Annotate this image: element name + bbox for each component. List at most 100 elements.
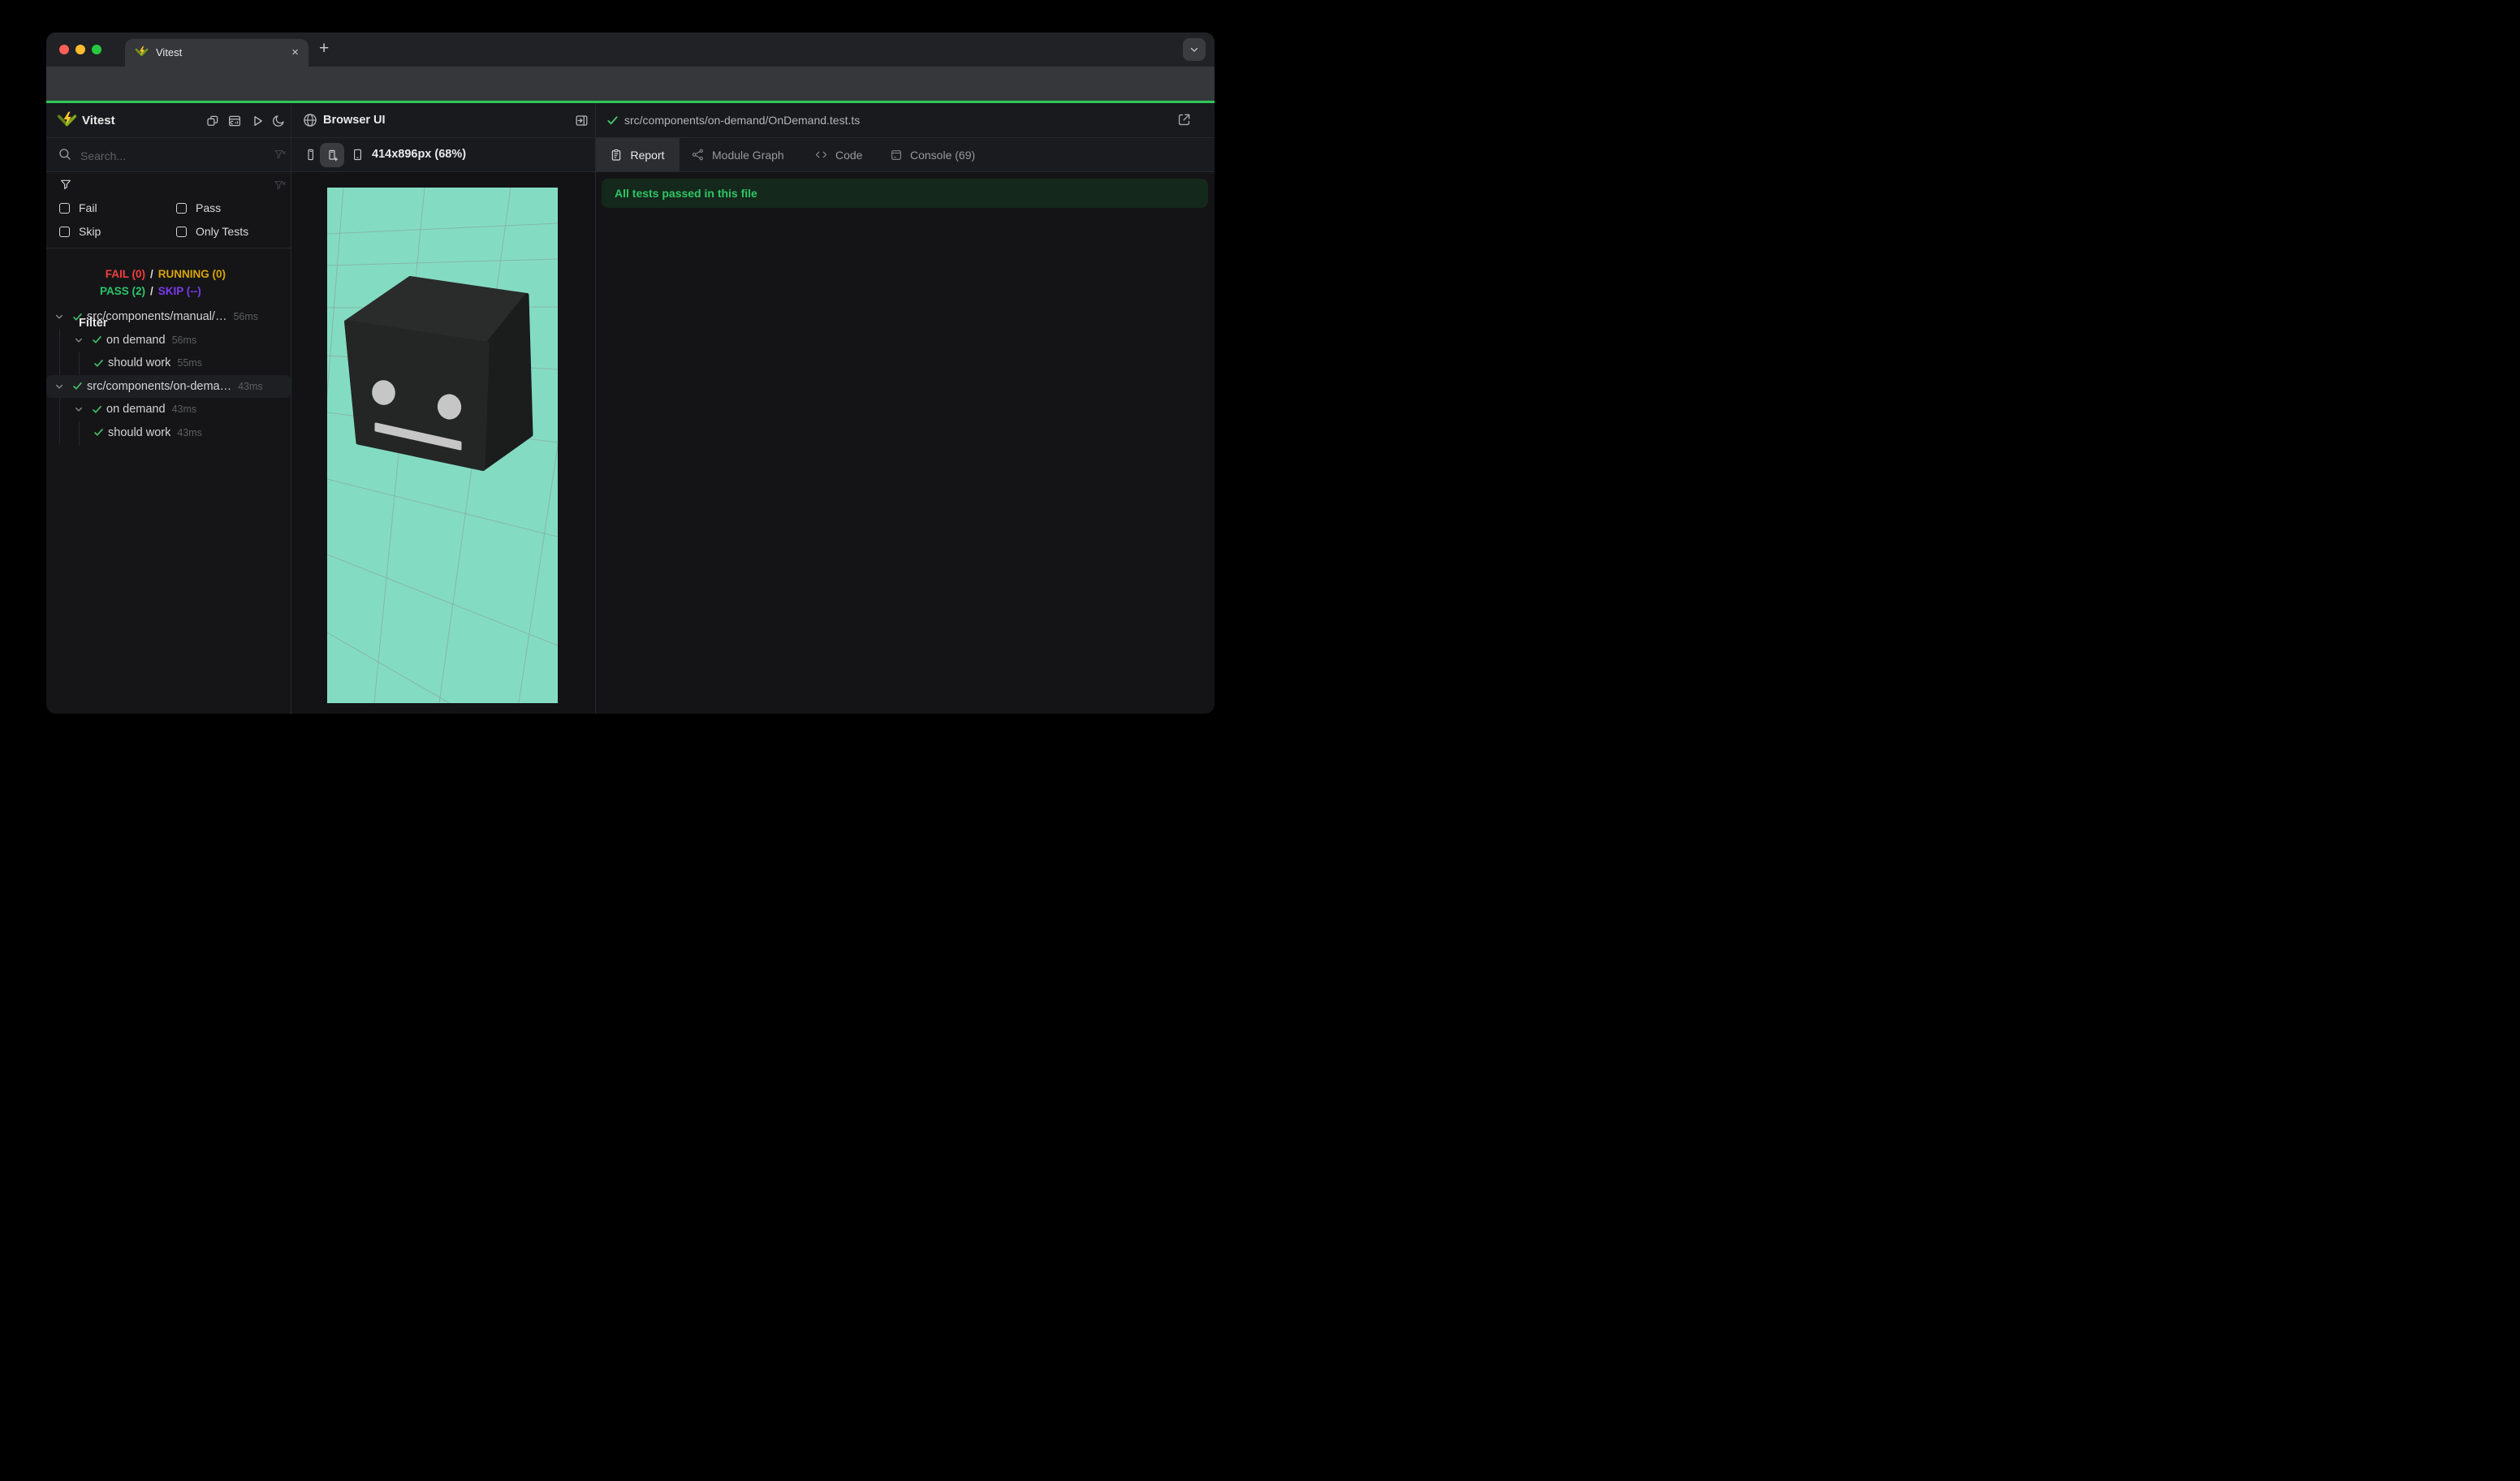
filter-funnel-icon bbox=[59, 178, 72, 191]
console-icon bbox=[890, 149, 903, 162]
filter-checkbox-only-tests[interactable]: Only Tests bbox=[176, 225, 248, 238]
filter-only-tests-label: Only Tests bbox=[196, 225, 249, 238]
tree-row-test[interactable]: should work 43ms bbox=[46, 421, 291, 445]
report-tab-bar: Report Module Graph Code Console (69) bbox=[595, 138, 1215, 171]
pass-check-icon bbox=[92, 335, 102, 345]
test-suite-name: on demand bbox=[106, 403, 166, 417]
test-case-name: should work bbox=[108, 425, 171, 439]
tab-close-icon[interactable]: × bbox=[291, 39, 299, 66]
all-tests-passed-banner: All tests passed in this file bbox=[602, 179, 1208, 208]
test-tree: src/components/manual/… 56ms on demand 5… bbox=[46, 305, 291, 445]
chevron-down-icon[interactable] bbox=[74, 404, 84, 414]
run-all-play-icon[interactable] bbox=[250, 114, 265, 128]
vitest-logo bbox=[57, 111, 77, 130]
open-panel-right-icon[interactable] bbox=[574, 113, 589, 128]
pass-check-icon bbox=[93, 358, 104, 369]
tree-row-suite[interactable]: on demand 43ms bbox=[46, 398, 291, 421]
filter-skip-label: Skip bbox=[79, 225, 101, 238]
fail-count: FAIL (0) bbox=[105, 268, 145, 280]
tested-app-viewport[interactable] bbox=[327, 188, 558, 703]
chevron-down-icon[interactable] bbox=[54, 312, 64, 322]
checkbox-icon[interactable] bbox=[176, 202, 187, 214]
dark-mode-moon-icon[interactable] bbox=[271, 114, 286, 128]
new-tab-button[interactable]: + bbox=[319, 32, 329, 65]
running-count: RUNNING (0) bbox=[158, 268, 227, 280]
browser-window: Vitest × + localhost:5173/#/?file=182862… bbox=[46, 32, 1215, 714]
pass-check-icon bbox=[92, 404, 102, 415]
open-external-icon[interactable] bbox=[1176, 112, 1192, 127]
app-title: Vitest bbox=[82, 114, 115, 127]
collapse-panels-icon[interactable] bbox=[205, 114, 220, 128]
tree-row-test[interactable]: should work 55ms bbox=[46, 352, 291, 375]
browser-toolbar: localhost:5173/#/?file=1828625563 bbox=[46, 67, 1215, 130]
tree-row-suite[interactable]: on demand 56ms bbox=[46, 329, 291, 352]
clear-filter-icon[interactable] bbox=[273, 148, 287, 162]
test-duration: 55ms bbox=[177, 357, 202, 369]
filter-checkbox-fail[interactable]: Fail bbox=[59, 201, 97, 214]
filter-fail-label: Fail bbox=[79, 201, 97, 214]
globe-icon bbox=[302, 112, 318, 128]
viewport-small-icon[interactable] bbox=[304, 148, 317, 162]
vitest-favicon bbox=[135, 45, 149, 59]
stats-line-2: PASS (2) / SKIP (--) bbox=[46, 283, 291, 300]
chevron-down-icon[interactable] bbox=[54, 382, 64, 391]
filter-checkbox-skip[interactable]: Skip bbox=[59, 225, 101, 238]
pass-check-icon bbox=[72, 381, 83, 391]
test-case-name: should work bbox=[108, 356, 171, 370]
tree-row-file[interactable]: src/components/manual/… 56ms bbox=[46, 305, 291, 329]
test-duration: 56ms bbox=[171, 334, 197, 346]
tab-report-label: Report bbox=[630, 148, 665, 162]
tab-strip: Vitest × + bbox=[46, 32, 1215, 67]
selected-file-path: src/components/on-demand/OnDemand.test.t… bbox=[624, 114, 861, 127]
test-duration: 43ms bbox=[177, 426, 202, 438]
search-icon bbox=[58, 147, 72, 162]
tab-code-label: Code bbox=[835, 148, 863, 162]
pass-check-icon bbox=[72, 312, 83, 322]
chevron-down-icon[interactable] bbox=[74, 335, 84, 345]
checkbox-icon[interactable] bbox=[59, 226, 70, 237]
tab-module-graph-label: Module Graph bbox=[712, 148, 784, 162]
chevron-down-icon bbox=[1190, 47, 1198, 52]
module-graph-icon bbox=[691, 148, 705, 162]
traffic-close-button[interactable] bbox=[59, 45, 69, 54]
filter-checkbox-pass[interactable]: Pass bbox=[176, 201, 221, 214]
tree-row-file-selected[interactable]: src/components/on-dema… 43ms bbox=[46, 374, 291, 398]
traffic-minimize-button[interactable] bbox=[76, 45, 85, 54]
filter-clear-icon[interactable] bbox=[273, 179, 287, 192]
traffic-zoom-button[interactable] bbox=[92, 45, 101, 54]
test-file-name: src/components/on-dema… bbox=[87, 379, 232, 393]
filter-pass-label: Pass bbox=[196, 201, 222, 214]
tab-console-label: Console (69) bbox=[910, 148, 976, 162]
dashboard-icon[interactable] bbox=[227, 114, 242, 128]
report-content-area bbox=[596, 172, 1215, 714]
tab-search-button[interactable] bbox=[1183, 38, 1206, 61]
report-clipboard-icon bbox=[610, 149, 623, 162]
second-header-row: 414x896px (68%) Report Module Graph Code bbox=[46, 138, 1215, 173]
test-duration: 56ms bbox=[233, 311, 259, 323]
stats-separator: / bbox=[150, 268, 153, 280]
skip-count: SKIP (--) bbox=[158, 285, 201, 297]
test-duration: 43ms bbox=[238, 380, 263, 392]
file-pass-check-icon bbox=[606, 114, 619, 127]
viewport-minus-icon[interactable] bbox=[351, 148, 365, 162]
browser-ui-panel-title: Browser UI bbox=[323, 114, 386, 127]
stats-line-1: FAIL (0) / RUNNING (0) bbox=[46, 266, 291, 283]
tab-module-graph[interactable]: Module Graph bbox=[691, 138, 784, 171]
app-header: Vitest Browser UI src/components/on-dema… bbox=[46, 103, 1215, 138]
panel-divider[interactable] bbox=[595, 103, 596, 714]
pass-check-icon bbox=[93, 427, 104, 438]
checkbox-icon[interactable] bbox=[176, 226, 187, 237]
tab-report[interactable]: Report bbox=[595, 138, 680, 171]
filter-section: Filter Fail Pass Skip Only Tests bbox=[46, 172, 291, 330]
viewport-size-label: 414x896px (68%) bbox=[372, 148, 467, 161]
threejs-cube-scene bbox=[327, 188, 558, 703]
viewport-add-icon[interactable] bbox=[320, 143, 344, 167]
test-suite-name: on demand bbox=[106, 333, 166, 347]
checkbox-icon[interactable] bbox=[59, 202, 70, 214]
tab-console[interactable]: Console (69) bbox=[890, 138, 975, 171]
tab-code[interactable]: Code bbox=[814, 138, 862, 171]
search-input[interactable] bbox=[79, 138, 236, 173]
pass-count: PASS (2) bbox=[99, 285, 145, 297]
test-file-name: src/components/manual/… bbox=[87, 310, 227, 324]
browser-tab[interactable]: Vitest × bbox=[125, 39, 309, 67]
